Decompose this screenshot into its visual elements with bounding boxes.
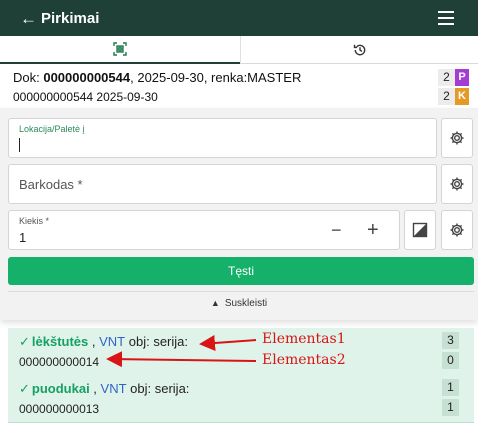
barcode-settings-button[interactable] [441,164,473,204]
gear-icon [450,131,464,145]
barcode-placeholder: Barkodas * [19,177,83,192]
tab-bar [0,36,478,64]
item-name: puodukai [31,381,90,396]
doc-details: , 2025-09-30, renka:MASTER [130,70,302,85]
scan-form-panel: Lokacija/Paletė į Barkodas * Kiekis * 1 … [0,108,478,320]
history-icon [353,44,365,56]
quantity-field[interactable]: Kiekis * 1 − + [8,210,400,250]
item-qty-badge: 0 [442,352,459,369]
document-title: Dok: 000000000544, 2025-09-30, renka:MAS… [13,70,301,85]
count-badge-p: 2 [438,69,455,86]
tag-p-badge: P [455,69,469,86]
item-unit: VNT [100,381,127,396]
minus-button[interactable]: − [331,220,342,241]
document-subline: 000000000544 2025-09-30 [13,90,158,104]
item-obj-label: obj: serija: [130,381,190,396]
item-header: ✓ lėkštutės , VNT obj: serija: [19,334,188,349]
quantity-settings-button[interactable] [441,210,473,250]
doc-prefix: Dok: [13,70,44,85]
annotation-label-2: Elementas2 [262,352,346,368]
location-field[interactable]: Lokacija/Paletė į [8,118,437,158]
quantity-value: 1 [19,230,27,245]
collapse-toggle[interactable]: ▲ Suskleisti [0,296,478,310]
item-obj-label: obj: serija: [128,334,188,349]
item-code: 000000000014 [19,355,100,369]
continue-button[interactable]: Tęsti [8,257,474,285]
item-qty-badge: 1 [442,399,459,416]
location-label: Lokacija/Paletė į [19,124,85,134]
image-button[interactable] [404,210,436,250]
count-badge-k: 2 [438,88,455,105]
divider [8,291,474,292]
gear-icon [450,223,464,237]
page-title: Pirkimai [41,9,100,27]
tag-k-badge: K [455,88,469,105]
annotation-label-1: Elementas1 [262,331,346,347]
arrow-left-icon: ← [20,8,37,28]
barcode-field[interactable]: Barkodas * [8,164,437,204]
list-item[interactable]: ✓ lėkštutės , VNT obj: serija: 0000000000… [8,328,474,376]
back-button[interactable]: ← Pirkimai [20,8,99,28]
item-qty-badge: 3 [442,332,459,349]
tab-scan[interactable] [0,36,240,64]
image-icon [412,222,428,238]
list-item[interactable]: ✓ puodukai , VNT obj: serija: 00000000001… [8,375,474,423]
text-cursor [19,138,20,152]
item-code: 000000000013 [19,402,100,416]
app-header: ← Pirkimai [0,0,478,36]
check-icon: ✓ [19,334,30,349]
chevron-up-icon: ▲ [210,298,220,308]
doc-number: 000000000544 [43,70,131,85]
hamburger-menu-icon[interactable] [438,11,454,25]
quantity-label: Kiekis * [19,216,50,226]
collapse-label: Suskleisti [224,297,268,309]
item-qty-badge: 1 [442,379,459,396]
gear-icon [450,177,464,191]
tab-history[interactable] [240,36,478,64]
check-icon: ✓ [19,381,30,396]
qr-scan-icon [113,42,127,56]
plus-button[interactable]: + [367,219,379,242]
item-name: lėkštutės [31,334,89,349]
location-settings-button[interactable] [441,118,473,158]
item-header: ✓ puodukai , VNT obj: serija: [19,381,190,396]
item-unit: VNT [99,334,126,349]
